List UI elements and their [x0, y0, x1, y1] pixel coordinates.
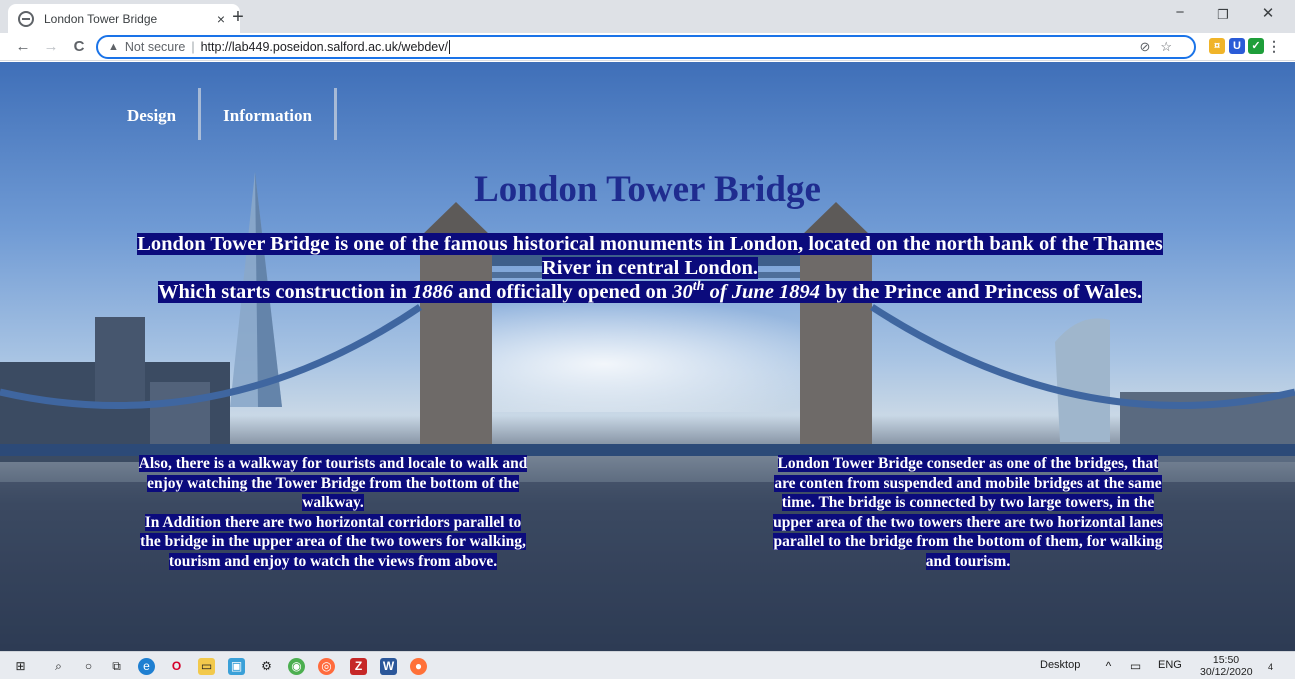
- left-tower-building: [95, 317, 145, 407]
- opening-day: 30: [672, 281, 693, 303]
- settings-gear-icon[interactable]: ⚙: [258, 658, 275, 675]
- filezilla-icon[interactable]: Z: [350, 658, 367, 675]
- address-bar[interactable]: ▲ Not secure | http://lab449.poseidon.sa…: [96, 35, 1196, 59]
- file-explorer-icon[interactable]: ▭: [198, 658, 215, 675]
- opera-icon[interactable]: O: [168, 658, 185, 675]
- opening-day-suffix: th: [692, 279, 705, 295]
- system-clock[interactable]: 15:50 30/12/2020: [1200, 654, 1253, 678]
- tab-strip: London Tower Bridge × + − ❐ ✕: [0, 0, 1295, 33]
- globe-icon: [18, 10, 34, 27]
- clock-time: 15:50: [1212, 654, 1240, 666]
- text-caret: [448, 40, 450, 54]
- walkway-paragraph: Also, there is a walkway for tourists an…: [138, 455, 528, 511]
- chrome-icon[interactable]: ◉: [288, 658, 305, 675]
- keyboard-icon[interactable]: ▭: [1127, 658, 1144, 675]
- intro-paragraph-1: London Tower Bridge is one of the famous…: [137, 233, 1163, 279]
- notifications-icon[interactable]: 4: [1262, 658, 1279, 675]
- check-extension-icon[interactable]: ✓: [1248, 38, 1264, 54]
- bridge-structure-paragraph: London Tower Bridge conseder as one of t…: [773, 455, 1163, 570]
- walkie-talkie-building: [1055, 318, 1110, 442]
- nav-link-information[interactable]: Information: [201, 88, 337, 140]
- forward-button[interactable]: →: [40, 37, 62, 57]
- tab-london-tower-bridge[interactable]: London Tower Bridge ×: [8, 4, 240, 33]
- new-tab-button[interactable]: +: [226, 6, 250, 29]
- page-viewport: Design Information London Tower Bridge L…: [0, 62, 1295, 651]
- construction-year: 1886: [412, 281, 453, 303]
- intro-text: London Tower Bridge is one of the famous…: [120, 232, 1180, 304]
- close-window-button[interactable]: ✕: [1248, 4, 1288, 22]
- word-icon[interactable]: W: [380, 658, 397, 675]
- bookmark-star-icon[interactable]: ☆: [1160, 39, 1182, 54]
- cortana-icon[interactable]: ○: [80, 658, 97, 675]
- browser-app-icon[interactable]: ◎: [318, 658, 335, 675]
- nav-link-design[interactable]: Design: [105, 88, 202, 140]
- intro-text-part: and officially opened on: [453, 281, 673, 303]
- shield-extension-icon[interactable]: U: [1229, 38, 1245, 54]
- language-indicator[interactable]: ENG: [1158, 659, 1182, 671]
- firefox-icon[interactable]: ●: [410, 658, 427, 675]
- address-separator: |: [191, 40, 195, 54]
- minimize-button[interactable]: −: [1160, 4, 1200, 21]
- page-title: London Tower Bridge: [474, 169, 821, 210]
- top-navigation: Design Information: [105, 88, 337, 140]
- photos-icon[interactable]: ▣: [228, 658, 245, 675]
- desktop-toolbar-label[interactable]: Desktop: [1040, 659, 1080, 671]
- intro-text-part: by the Prince and Princess of Wales.: [820, 281, 1142, 303]
- notification-count: 4: [1267, 662, 1273, 672]
- search-icon[interactable]: ⌕: [50, 658, 67, 675]
- extension-icon[interactable]: ¤: [1209, 38, 1225, 54]
- security-status[interactable]: Not secure: [125, 40, 185, 54]
- chevron-up-icon[interactable]: ^: [1100, 658, 1117, 675]
- bridge-structure-column: London Tower Bridge conseder as one of t…: [772, 454, 1164, 571]
- browser-toolbar: ← → C ▲ Not secure | http://lab449.posei…: [0, 33, 1295, 61]
- intro-text-part: Which starts construction in: [158, 281, 412, 303]
- left-office-building: [150, 382, 210, 452]
- maximize-button[interactable]: ❐: [1203, 7, 1243, 23]
- warning-icon: ▲: [108, 41, 119, 53]
- clock-date: 30/12/2020: [1200, 666, 1253, 678]
- omnibox-actions: ⊘☆: [1139, 39, 1182, 55]
- windows-start-icon[interactable]: ⊞: [12, 658, 29, 675]
- back-button[interactable]: ←: [12, 37, 34, 57]
- edge-icon[interactable]: e: [138, 658, 155, 675]
- intro-paragraph-2: Which starts construction in 1886 and of…: [158, 279, 1142, 303]
- task-view-icon[interactable]: ⧉: [108, 658, 125, 675]
- tab-title: London Tower Bridge: [44, 11, 158, 26]
- walkway-column: Also, there is a walkway for tourists an…: [138, 454, 528, 571]
- corridors-paragraph: In Addition there are two horizontal cor…: [140, 513, 526, 570]
- windows-taskbar: ⊞ ⌕ ○ ⧉ e O ▭ ▣ ⚙ ◉ ◎ Z W ● Desktop ^ ▭ …: [0, 651, 1295, 679]
- opening-month-year: of June 1894: [704, 281, 821, 303]
- menu-icon[interactable]: ⋮: [1266, 38, 1282, 54]
- reload-button[interactable]: C: [68, 37, 90, 57]
- url-text[interactable]: http://lab449.poseidon.salford.ac.uk/web…: [201, 40, 448, 54]
- opening-date: 30th of June 1894: [672, 279, 821, 303]
- eye-off-icon[interactable]: ⊘: [1139, 39, 1160, 54]
